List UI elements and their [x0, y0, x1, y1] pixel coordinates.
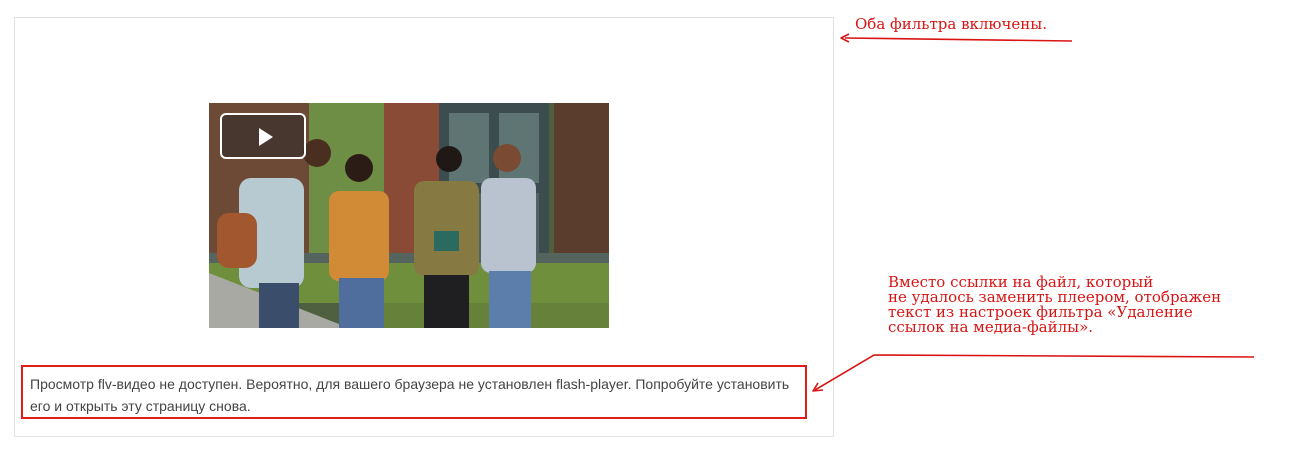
unavailable-message: Просмотр flv-видео не доступен. Вероятно… — [21, 365, 807, 419]
annotation-bottom-line: ссылок на медиа-файлы». — [888, 318, 1094, 336]
play-icon — [259, 128, 273, 146]
play-button[interactable] — [220, 113, 306, 159]
video-player[interactable] — [209, 103, 609, 328]
arrow-bottom — [812, 354, 1255, 392]
arrow-top — [840, 33, 1073, 43]
unavailable-message-text: Просмотр flv-видео не доступен. Вероятно… — [30, 376, 790, 414]
annotation-top: Оба фильтра включены. — [855, 15, 1047, 33]
annotation-bottom: Вместо ссылки на файл, который не удалос… — [888, 275, 1268, 335]
